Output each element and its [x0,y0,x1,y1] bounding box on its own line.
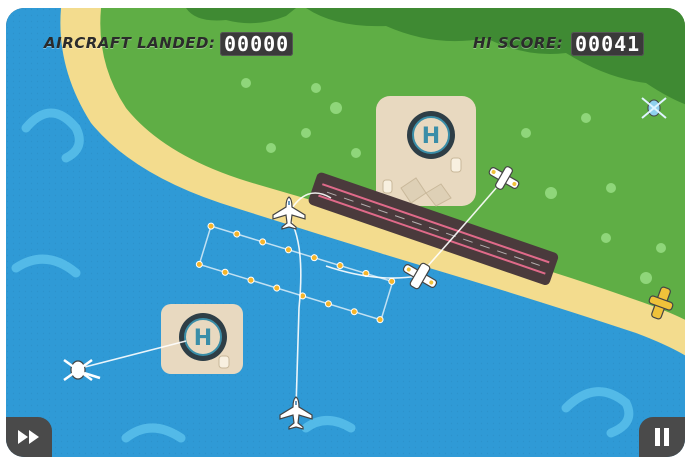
pause-icon [655,428,669,446]
game-map[interactable]: H H [6,8,685,457]
fast-forward-button[interactable] [6,417,52,457]
game-frame: H H AIRCRAFT LANDED: 00000 HI SCORE: 000… [6,8,685,457]
land-helipad: H [376,96,476,207]
water-helipad: H [161,304,243,374]
water-helipad-letter: H [194,326,212,351]
aircraft-landed-counter: 00000 [220,32,294,56]
fast-forward-icon [18,430,39,444]
aircraft-landed-label: AIRCRAFT LANDED: [44,34,216,52]
hi-score-label: HI SCORE: [473,34,564,52]
hi-score-counter: 00041 [571,32,645,56]
land-helipad-letter: H [422,124,440,149]
pause-button[interactable] [639,417,685,457]
